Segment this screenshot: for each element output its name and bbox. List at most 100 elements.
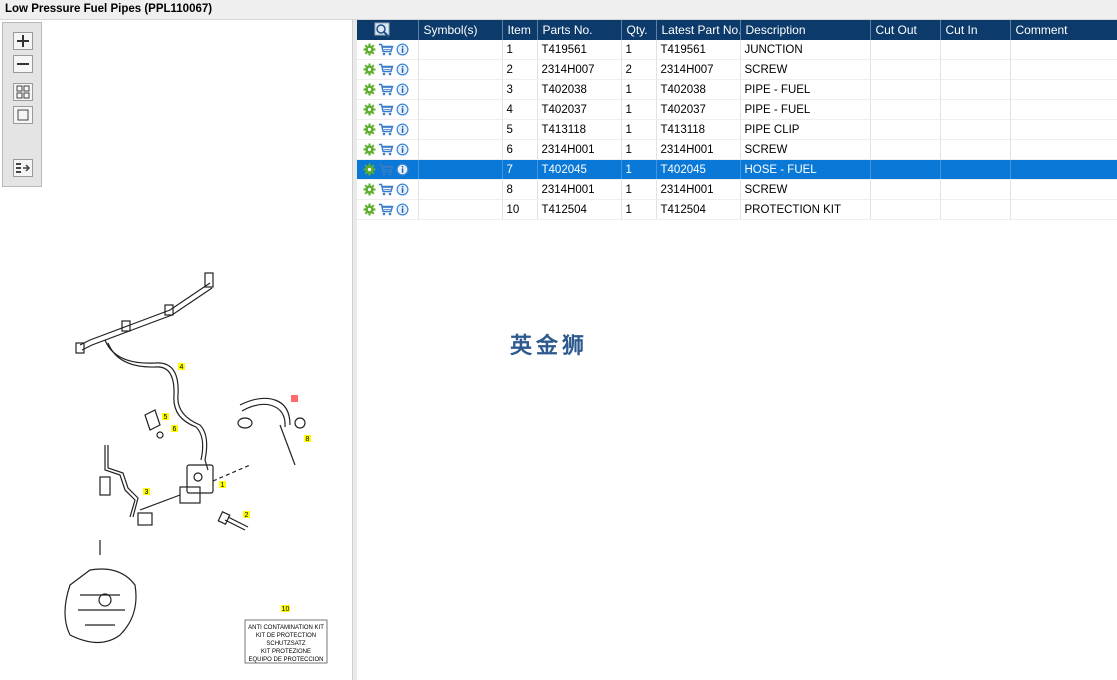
cell-cut-out — [870, 159, 941, 180]
gear-icon[interactable] — [363, 43, 376, 56]
zoom-in-icon — [17, 35, 29, 47]
cell-cut-out — [870, 59, 941, 80]
info-icon[interactable] — [396, 103, 409, 116]
cart-icon[interactable] — [378, 183, 394, 196]
cart-icon[interactable] — [378, 103, 394, 116]
cell-qty: 1 — [621, 159, 657, 180]
cell-cut-in — [940, 99, 1011, 120]
cart-icon[interactable] — [378, 203, 394, 216]
column-header-latest-part-no[interactable]: Latest Part No. — [656, 20, 741, 40]
cart-icon[interactable] — [378, 143, 394, 156]
cell-cut-in — [940, 40, 1011, 60]
cell-latest-part-no: T402037 — [656, 99, 741, 120]
cell-qty: 1 — [621, 99, 657, 120]
table-row[interactable]: 6 2314H001 1 2314H001 SCREW — [357, 139, 1117, 160]
cell-comment — [1010, 79, 1117, 100]
fit-all-button[interactable] — [13, 83, 33, 101]
gear-icon[interactable] — [363, 143, 376, 156]
actual-size-icon — [17, 109, 29, 121]
cell-symbols — [418, 199, 503, 220]
gear-icon[interactable] — [363, 63, 376, 76]
row-actions — [357, 40, 419, 60]
cell-cut-in — [940, 139, 1011, 160]
column-header-parts-no[interactable]: Parts No. — [537, 20, 622, 40]
cell-comment — [1010, 159, 1117, 180]
table-row[interactable]: 10 T412504 1 T412504 PROTECTION KIT — [357, 199, 1117, 220]
table-row[interactable]: 4 T402037 1 T402037 PIPE - FUEL — [357, 99, 1117, 120]
info-icon[interactable] — [396, 203, 409, 216]
kit-label-line: ANTI CONTAMINATION KIT — [248, 625, 324, 631]
table-header: Symbol(s) Item Parts No. Qty. Latest Par… — [357, 20, 1117, 40]
row-actions — [357, 99, 419, 120]
table-row[interactable]: 5 T413118 1 T413118 PIPE CLIP — [357, 119, 1117, 140]
callout-8: 8 — [306, 436, 310, 443]
column-header-qty[interactable]: Qty. — [621, 20, 657, 40]
info-icon[interactable] — [396, 183, 409, 196]
zoom-out-button[interactable] — [13, 55, 33, 73]
column-header-symbols[interactable]: Symbol(s) — [418, 20, 503, 40]
table-row[interactable]: 3 T402038 1 T402038 PIPE - FUEL — [357, 79, 1117, 100]
info-icon[interactable] — [396, 83, 409, 96]
parts-diagram[interactable]: 1 2 3 4 5 6 8 10 ANTI CONTAMINATION KIT … — [60, 255, 340, 670]
cell-parts-no: T402037 — [537, 99, 622, 120]
cell-latest-part-no: T402038 — [656, 79, 741, 100]
cell-description: PIPE - FUEL — [740, 99, 871, 120]
column-header-cut-in[interactable]: Cut In — [940, 20, 1011, 40]
cell-comment — [1010, 139, 1117, 160]
info-icon[interactable] — [396, 143, 409, 156]
column-header-description[interactable]: Description — [740, 20, 871, 40]
column-header-comment[interactable]: Comment — [1010, 20, 1117, 40]
row-actions — [357, 199, 419, 220]
column-header-item[interactable]: Item — [502, 20, 538, 40]
zoom-in-button[interactable] — [13, 32, 33, 50]
magnifier-icon[interactable] — [374, 22, 392, 38]
cell-parts-no: 2314H001 — [537, 139, 622, 160]
table-row[interactable]: 2 2314H007 2 2314H007 SCREW — [357, 59, 1117, 80]
table-row[interactable]: 1 T419561 1 T419561 JUNCTION — [357, 40, 1117, 60]
info-icon[interactable] — [396, 43, 409, 56]
cell-item: 2 — [502, 59, 538, 80]
cell-item: 5 — [502, 119, 538, 140]
table-row[interactable]: 7 T402045 1 T402045 HOSE - FUEL — [357, 159, 1117, 180]
kit-label-line: KIT PROTEZIONE — [261, 649, 311, 655]
gear-icon[interactable] — [363, 123, 376, 136]
cell-comment — [1010, 59, 1117, 80]
list-export-button[interactable] — [13, 159, 33, 177]
cell-comment — [1010, 40, 1117, 60]
row-actions — [357, 179, 419, 200]
cart-icon[interactable] — [378, 163, 394, 176]
gear-icon[interactable] — [363, 203, 376, 216]
info-icon[interactable] — [396, 63, 409, 76]
cell-qty: 1 — [621, 119, 657, 140]
info-icon[interactable] — [396, 163, 409, 176]
cell-symbols — [418, 119, 503, 140]
cart-icon[interactable] — [378, 63, 394, 76]
cell-comment — [1010, 99, 1117, 120]
column-header-cut-out[interactable]: Cut Out — [870, 20, 941, 40]
gear-icon[interactable] — [363, 183, 376, 196]
cell-comment — [1010, 179, 1117, 200]
actual-size-button[interactable] — [13, 106, 33, 124]
cell-description: JUNCTION — [740, 40, 871, 60]
cell-description: SCREW — [740, 179, 871, 200]
cart-icon[interactable] — [378, 123, 394, 136]
column-header-actions[interactable] — [357, 20, 419, 40]
callout-6: 6 — [173, 426, 177, 433]
table-row[interactable]: 8 2314H001 1 2314H001 SCREW — [357, 179, 1117, 200]
cell-parts-no: 2314H001 — [537, 179, 622, 200]
callout-1: 1 — [221, 482, 225, 489]
parts-table: Symbol(s) Item Parts No. Qty. Latest Par… — [357, 20, 1117, 220]
cell-cut-in — [940, 159, 1011, 180]
gear-icon[interactable] — [363, 163, 376, 176]
cell-cut-in — [940, 79, 1011, 100]
cell-cut-out — [870, 79, 941, 100]
gear-icon[interactable] — [363, 83, 376, 96]
cart-icon[interactable] — [378, 43, 394, 56]
row-actions — [357, 139, 419, 160]
cart-icon[interactable] — [378, 83, 394, 96]
gear-icon[interactable] — [363, 103, 376, 116]
row-actions — [357, 59, 419, 80]
cell-cut-in — [940, 59, 1011, 80]
cell-symbols — [418, 159, 503, 180]
info-icon[interactable] — [396, 123, 409, 136]
